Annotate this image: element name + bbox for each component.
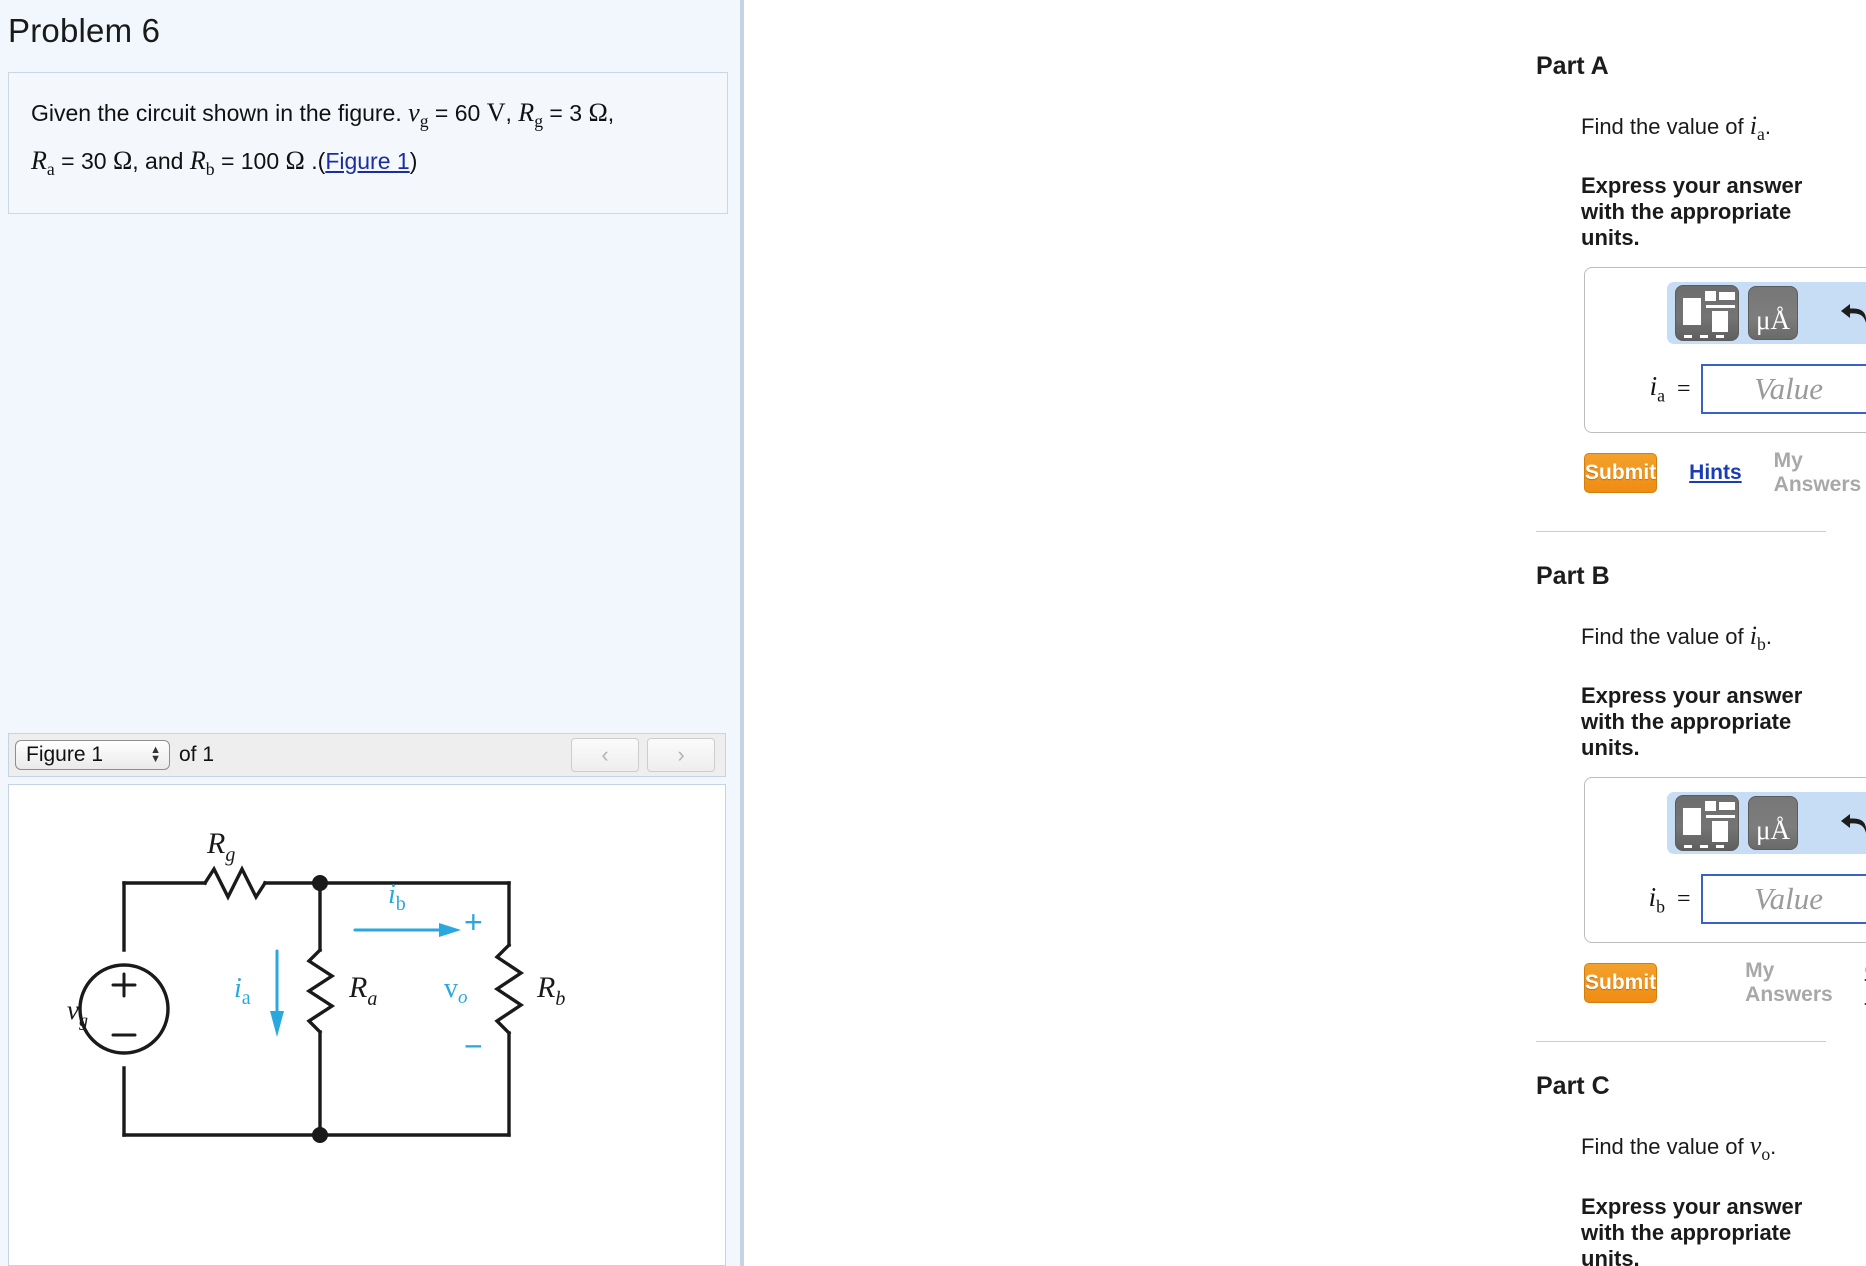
part-c-question-variable: vo xyxy=(1749,1131,1771,1165)
label-vo: vo xyxy=(444,973,468,1008)
given-vg-eq: = xyxy=(434,100,449,126)
part-a-b-divider xyxy=(1536,531,1826,533)
right-answer-panel: Part A Find the value of ia. Express you… xyxy=(744,0,1866,1266)
part-a-my-answers-link[interactable]: My Answers xyxy=(1774,449,1862,497)
part-b-answer-row: ib = Value Units xyxy=(1585,874,1866,925)
part-a-question-prefix: Find the value of xyxy=(1581,114,1750,139)
part-b-links: My Answers Give Up xyxy=(1713,959,1866,1007)
given-ra-unit: Ω xyxy=(112,146,133,176)
part-b-value-input[interactable]: Value xyxy=(1700,874,1866,925)
given-rg: Rg xyxy=(518,98,544,132)
paren-close: ) xyxy=(409,148,418,175)
part-c-instruction: Express your answer with the appropriate… xyxy=(1581,1193,1803,1266)
given-rg-eq: = xyxy=(549,100,563,126)
part-b-question-suffix: . xyxy=(1765,624,1772,650)
part-b-question: Find the value of ib. xyxy=(1581,621,1826,655)
part-a-question-variable: ia xyxy=(1749,111,1765,145)
undo-arrow-icon[interactable] xyxy=(1828,800,1866,846)
math-template-icon[interactable] xyxy=(1675,285,1739,342)
figure-select[interactable]: Figure 1 ▲ ▼ xyxy=(15,740,170,770)
math-template-icon[interactable] xyxy=(1675,795,1739,852)
part-b-toolbar: μÅ xyxy=(1667,792,1866,855)
part-b-my-answers-link[interactable]: My Answers xyxy=(1745,959,1833,1007)
part-a-value-placeholder: Value xyxy=(1754,371,1823,407)
label-vo-plus: + xyxy=(464,904,483,940)
prev-figure-button[interactable]: ‹ xyxy=(571,738,639,772)
problem-page: Problem 6 Given the circuit shown in the… xyxy=(0,0,1866,1266)
part-a-submit-row: Submit Hints My Answers Give Up Review P… xyxy=(1584,449,1861,497)
given-rb-value: 100 xyxy=(240,148,280,175)
label-rg: Rg xyxy=(206,827,235,866)
part-b-heading: Part B xyxy=(1536,562,1610,591)
given-rb-unit: Ω xyxy=(285,146,305,176)
undo-arrow-icon[interactable] xyxy=(1828,290,1866,336)
part-a-toolbar: μÅ xyxy=(1667,282,1866,345)
part-a-hints-link[interactable]: Hints xyxy=(1689,461,1742,485)
statement-prefix: Given the circuit shown in the figure. xyxy=(31,100,402,126)
part-b-instruction: Express your answer with the appropriate… xyxy=(1581,683,1803,761)
given-vg-unit: V xyxy=(486,98,506,127)
given-rb: Rb xyxy=(189,146,215,180)
part-c-question-suffix: . xyxy=(1770,1134,1777,1160)
part-a-value-input[interactable]: Value xyxy=(1700,364,1866,415)
part-a-instruction: Express your answer with the appropriate… xyxy=(1581,173,1803,251)
part-a-submit-button[interactable]: Submit xyxy=(1584,453,1658,494)
circuit-diagram: vg Rg Ra Rb ib ia + vo − xyxy=(67,827,565,1143)
figure-select-value: Figure 1 xyxy=(26,743,104,766)
part-c-block: Part C Find the value of vo. Express you… xyxy=(744,1072,1866,1266)
part-c-question: Find the value of vo. xyxy=(1581,1131,1826,1165)
given-rg-value: 3 xyxy=(569,100,583,126)
problem-statement-box: Given the circuit shown in the figure. v… xyxy=(8,72,728,215)
stepper-icon: ▲ ▼ xyxy=(150,744,161,765)
given-ra: Ra xyxy=(31,146,55,180)
given-vg-value: 60 xyxy=(454,100,481,126)
part-c-heading: Part C xyxy=(1536,1072,1610,1101)
part-a-equals-sign: = xyxy=(1677,375,1691,402)
part-b-submit-button[interactable]: Submit xyxy=(1584,963,1658,1004)
part-a-question-suffix: . xyxy=(1764,114,1771,139)
part-a-answer-row: ia = Value Units xyxy=(1585,364,1866,415)
left-problem-panel: Problem 6 Given the circuit shown in the… xyxy=(0,0,744,1266)
part-b-equals-sign: = xyxy=(1677,885,1691,912)
figure-count-label: of 1 xyxy=(179,743,215,766)
and-word: and xyxy=(145,148,184,175)
given-ra-value: 30 xyxy=(80,148,107,175)
part-b-value-placeholder: Value xyxy=(1754,881,1823,917)
part-a-answer-variable: ia xyxy=(1649,371,1665,406)
given-ra-eq: = xyxy=(61,148,75,175)
next-figure-button[interactable]: › xyxy=(647,738,715,772)
given-rg-unit: Ω xyxy=(588,98,608,127)
part-b-submit-row: Submit My Answers Give Up xyxy=(1584,959,1866,1007)
circuit-node-bottom xyxy=(312,1127,328,1143)
figure-canvas: vg Rg Ra Rb ib ia + vo − xyxy=(8,784,726,1266)
units-mu-angstrom-icon[interactable]: μÅ xyxy=(1748,796,1798,851)
figure-nav: ‹ › xyxy=(571,738,719,772)
given-vg: vg xyxy=(408,98,429,132)
part-b-c-divider xyxy=(1536,1041,1826,1043)
part-a-links: Hints My Answers Give Up Review Part xyxy=(1657,449,1866,497)
part-b-answer-box: μÅ ib = Value xyxy=(1584,777,1866,944)
current-ib-arrow xyxy=(353,923,461,937)
part-a-answer-box: μÅ ia = Value xyxy=(1584,267,1866,434)
problem-statement-text: Given the circuit shown in the figure. v… xyxy=(31,98,615,180)
circuit-node-top xyxy=(312,875,328,891)
current-ia-arrow xyxy=(270,949,284,1037)
part-a-heading: Part A xyxy=(1536,52,1609,80)
label-vo-minus: − xyxy=(464,1028,483,1064)
part-b-question-variable: ib xyxy=(1749,621,1766,655)
part-b-block: Part B Find the value of ib. Express you… xyxy=(744,562,1866,1007)
part-a-block: Part A Find the value of ia. Express you… xyxy=(744,0,1866,497)
page-title: Problem 6 xyxy=(8,12,161,49)
figure-1-link[interactable]: Figure 1 xyxy=(325,148,409,174)
part-a-question: Find the value of ia. xyxy=(1581,111,1826,145)
given-rb-eq: = xyxy=(220,148,235,175)
units-mu-angstrom-icon[interactable]: μÅ xyxy=(1748,286,1798,341)
figure-toolbar: Figure 1 ▲ ▼ of 1 ‹ › xyxy=(8,733,726,777)
label-ia: ia xyxy=(234,973,251,1009)
label-ra: Ra xyxy=(348,971,377,1010)
part-c-question-prefix: Find the value of xyxy=(1581,1134,1750,1160)
part-b-answer-variable: ib xyxy=(1648,881,1665,917)
part-b-question-prefix: Find the value of xyxy=(1581,624,1750,650)
label-rb: Rb xyxy=(536,971,565,1010)
